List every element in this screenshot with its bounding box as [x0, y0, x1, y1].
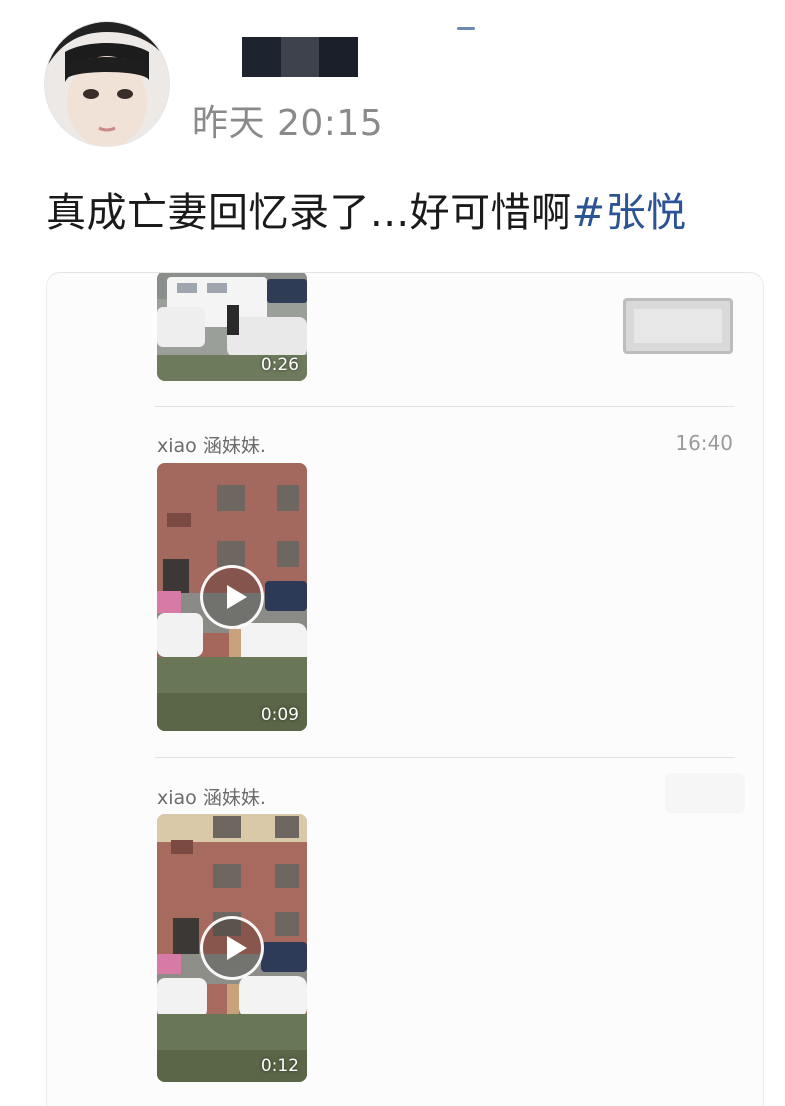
video-duration-2: 0:09 — [260, 705, 299, 725]
play-icon[interactable] — [200, 916, 264, 980]
post-text: 真成亡妻回忆录了...好可惜啊#张悦 — [46, 180, 687, 238]
blurred-mark — [457, 27, 475, 30]
video-duration-3: 0:12 — [260, 1056, 299, 1076]
message-divider — [155, 406, 735, 407]
sticker-image[interactable] — [623, 298, 733, 354]
sender-name-3: xiao 涵妹妹. — [157, 787, 266, 809]
blurred-area — [665, 773, 745, 813]
sender-name-2: xiao 涵妹妹. — [157, 435, 266, 457]
post-text-body: 真成亡妻回忆录了...好可惜啊 — [46, 190, 572, 236]
video-message-3[interactable]: 0:12 — [157, 814, 307, 1082]
chat-screenshot[interactable]: 0:26 xiao 涵妹妹. 16:40 0:09 xiao 涵妹妹. 0:12 — [46, 272, 764, 1106]
post-time: 昨天 20:15 — [192, 103, 384, 144]
message-time-2: 16:40 — [675, 431, 733, 455]
video-duration-1: 0:26 — [260, 355, 299, 375]
avatar[interactable] — [45, 22, 169, 146]
video-message-2[interactable]: 0:09 — [157, 463, 307, 731]
username-redaction — [242, 37, 359, 77]
hashtag-link[interactable]: #张悦 — [572, 190, 687, 236]
play-icon[interactable] — [200, 565, 264, 629]
avatar-image — [45, 22, 169, 146]
message-divider — [155, 757, 735, 758]
video-message-1[interactable]: 0:26 — [157, 273, 307, 381]
